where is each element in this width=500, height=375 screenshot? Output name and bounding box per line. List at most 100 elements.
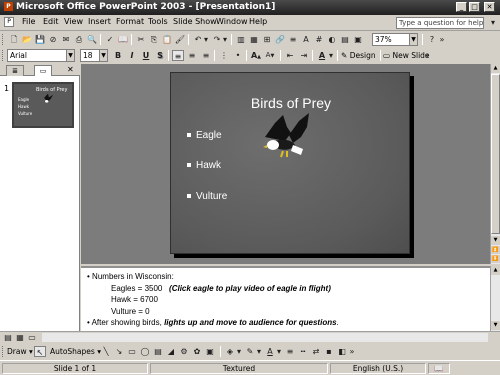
shadow-style-icon[interactable]: ▪ <box>323 346 335 357</box>
menu-tools[interactable]: Tools <box>148 17 168 26</box>
toolbar-options-icon[interactable]: » <box>349 346 355 357</box>
align-center-icon[interactable]: ≡ <box>186 50 198 61</box>
tables-borders-icon[interactable]: ⊞ <box>261 34 273 45</box>
zoom-select[interactable]: 37% ▼ <box>372 33 418 46</box>
cut-icon[interactable]: ✂ <box>135 34 147 45</box>
fill-color-icon[interactable]: ◈ <box>224 346 236 357</box>
slide-bullet[interactable]: Hawk <box>187 160 221 171</box>
insert-table-icon[interactable]: ▦ <box>248 34 260 45</box>
notes-pane[interactable]: • Numbers in Wisconsin: Eagles = 3500 (C… <box>81 266 490 331</box>
menu-view[interactable]: View <box>64 17 83 26</box>
show-grid-icon[interactable]: # <box>313 34 325 45</box>
menu-format[interactable]: Format <box>116 17 144 26</box>
help-icon[interactable]: ? <box>426 34 438 45</box>
scroll-up-icon[interactable]: ▲ <box>491 64 500 73</box>
font-color-button[interactable]: A <box>316 50 328 61</box>
next-slide-icon[interactable]: ⏬ <box>491 255 500 263</box>
slide-layout-icon[interactable]: ▤ <box>339 34 351 45</box>
dash-style-icon[interactable]: ┅ <box>297 346 309 357</box>
rectangle-icon[interactable]: ▭ <box>126 346 138 357</box>
text-box-icon[interactable]: ▤ <box>152 346 164 357</box>
diagram-icon[interactable]: ⚙ <box>178 346 190 357</box>
3d-style-icon[interactable]: ◧ <box>336 346 348 357</box>
toolbar-options-icon[interactable]: » <box>424 50 430 61</box>
line-style-icon[interactable]: ≡ <box>284 346 296 357</box>
email-icon[interactable]: ✉ <box>60 34 72 45</box>
expand-all-icon[interactable]: ≡ <box>287 34 299 45</box>
scroll-down-icon[interactable]: ▼ <box>491 321 500 330</box>
copy-icon[interactable]: ⎘ <box>148 34 160 45</box>
align-right-icon[interactable]: ≡ <box>200 50 212 61</box>
scroll-up-icon[interactable]: ▲ <box>491 266 500 275</box>
bold-button[interactable]: B <box>112 50 124 61</box>
normal-view-icon[interactable]: ▤ <box>2 332 14 343</box>
toolbar-grip[interactable] <box>2 50 5 61</box>
design-button[interactable]: ✎ Design <box>341 50 376 61</box>
arrow-icon[interactable]: ↘ <box>113 346 125 357</box>
font-color-dropdown-icon[interactable]: ▾ <box>276 346 282 357</box>
color-grayscale-icon[interactable]: ◐ <box>326 34 338 45</box>
menu-insert[interactable]: Insert <box>88 17 111 26</box>
redo-dropdown-icon[interactable]: ▾ <box>222 34 228 45</box>
close-pane-icon[interactable]: ✕ <box>67 65 74 74</box>
decrease-indent-icon[interactable]: ⇤ <box>284 50 296 61</box>
slide-title[interactable]: Birds of Prey <box>171 95 411 111</box>
open-icon[interactable]: 📂 <box>21 34 33 45</box>
print-icon[interactable]: ⎙ <box>73 34 85 45</box>
font-color-icon[interactable]: A <box>264 346 276 357</box>
shadow-button[interactable]: S <box>154 50 166 61</box>
clip-art-icon[interactable]: ✿ <box>191 346 203 357</box>
permission-icon[interactable]: ⊘ <box>47 34 59 45</box>
fill-color-dropdown-icon[interactable]: ▾ <box>236 346 242 357</box>
align-left-icon[interactable]: ≡ <box>172 50 184 61</box>
save-icon[interactable]: 💾 <box>34 34 46 45</box>
hyperlink-icon[interactable]: 🔗 <box>274 34 286 45</box>
underline-button[interactable]: U <box>140 50 152 61</box>
chevron-down-icon[interactable]: ▼ <box>99 50 107 61</box>
picture-icon[interactable]: ▣ <box>204 346 216 357</box>
minimize-icon[interactable]: _ <box>456 2 467 12</box>
notes-scrollbar[interactable]: ▲ ▼ <box>490 266 500 331</box>
shrink-font-button[interactable]: A▼ <box>264 50 276 61</box>
close-icon[interactable]: ✕ <box>484 2 495 12</box>
show-formatting-icon[interactable]: A <box>300 34 312 45</box>
spelling-icon[interactable]: ✓ <box>104 34 116 45</box>
slide-thumbnail[interactable]: Birds of Prey Eagle Hawk Vulture <box>12 82 74 128</box>
eagle-image[interactable] <box>259 111 315 161</box>
slide-bullet[interactable]: Eagle <box>187 130 222 141</box>
new-icon[interactable]: 🗋 <box>8 34 20 45</box>
toolbar-grip[interactable] <box>2 34 5 45</box>
menu-file[interactable]: File <box>22 17 35 26</box>
new-slide-button[interactable]: ▭ New Slide <box>383 50 430 61</box>
slide-show-icon[interactable]: ▭ <box>26 332 38 343</box>
research-icon[interactable]: 📖 <box>117 34 129 45</box>
autoshapes-button[interactable]: AutoShapes ▾ <box>50 346 101 357</box>
paste-icon[interactable]: 📋 <box>161 34 173 45</box>
line-color-dropdown-icon[interactable]: ▾ <box>256 346 262 357</box>
help-search-input[interactable]: Type a question for help <box>396 17 484 29</box>
grow-font-button[interactable]: A▲ <box>250 50 262 61</box>
slide-canvas[interactable]: Birds of Prey Eagle Hawk Vulture <box>170 72 410 254</box>
tab-outline[interactable]: ≣ <box>6 65 24 76</box>
toolbar-options-icon[interactable]: » <box>439 34 445 45</box>
scroll-down-icon[interactable]: ▼ <box>491 236 500 245</box>
vertical-scrollbar[interactable]: ▲ ▼ ⏫ ⏬ <box>490 64 500 264</box>
menu-help[interactable]: Help <box>249 17 267 26</box>
undo-dropdown-icon[interactable]: ▾ <box>203 34 209 45</box>
insert-chart-icon[interactable]: ▥ <box>235 34 247 45</box>
help-dropdown-icon[interactable]: ▾ <box>487 17 499 28</box>
scroll-thumb[interactable] <box>491 74 500 234</box>
slide-bullet[interactable]: Vulture <box>187 191 227 202</box>
tab-slides[interactable]: ▭ <box>34 65 52 76</box>
horizontal-scrollbar[interactable] <box>42 333 488 342</box>
wordart-icon[interactable]: ◢ <box>165 346 177 357</box>
font-select[interactable]: Arial ▼ <box>7 49 75 62</box>
numbering-icon[interactable]: ⋮ <box>218 50 230 61</box>
print-preview-icon[interactable]: 🔍 <box>86 34 98 45</box>
chevron-down-icon[interactable]: ▼ <box>409 34 417 45</box>
line-icon[interactable]: ╲ <box>100 346 112 357</box>
maximize-icon[interactable]: □ <box>469 2 480 12</box>
font-color-dropdown-icon[interactable]: ▾ <box>328 50 334 61</box>
document-icon[interactable]: P <box>4 17 14 27</box>
italic-button[interactable]: I <box>126 50 138 61</box>
